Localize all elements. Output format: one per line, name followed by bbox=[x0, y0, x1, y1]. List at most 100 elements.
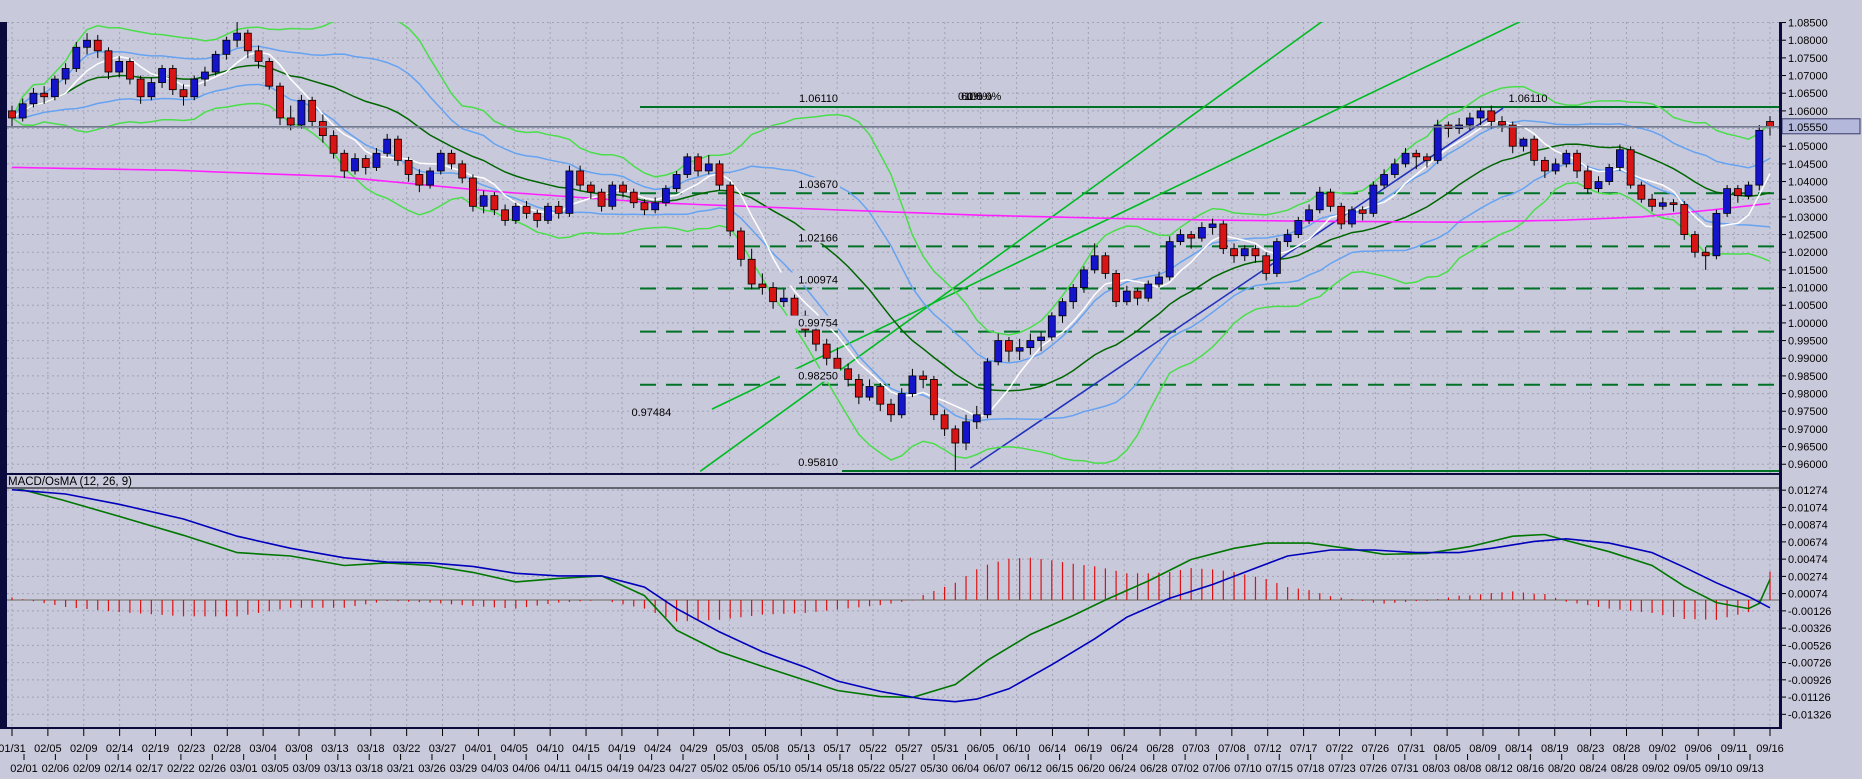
candle-bearish bbox=[533, 212, 542, 221]
candle-bearish bbox=[1337, 205, 1346, 225]
candle-bearish bbox=[415, 174, 424, 186]
date-axis-label-row2: 02/01 bbox=[10, 763, 38, 775]
date-axis-label-row2: 04/27 bbox=[669, 763, 697, 775]
macd-axis-label: 0.00674 bbox=[1788, 537, 1828, 549]
price-axis-label: 1.03000 bbox=[1788, 212, 1828, 224]
date-axis-label-row2: 06/15 bbox=[1046, 763, 1074, 775]
macd-axis-label: 0.00074 bbox=[1788, 589, 1828, 601]
date-axis-label-row1: 03/13 bbox=[321, 743, 349, 755]
trendline-value-label: 0.97484 bbox=[631, 407, 671, 419]
candle-bearish bbox=[812, 329, 820, 345]
fib-percent-label: 100.0% bbox=[964, 91, 1002, 103]
date-axis-label-row2: 06/24 bbox=[1109, 763, 1137, 775]
candle-bullish bbox=[779, 297, 788, 303]
date-axis-label-row1: 08/23 bbox=[1577, 743, 1605, 755]
date-axis-label-row1: 09/06 bbox=[1684, 743, 1712, 755]
candle-bullish bbox=[1037, 336, 1045, 341]
candle-bullish bbox=[383, 138, 392, 154]
date-axis-label-row2: 08/03 bbox=[1422, 763, 1450, 775]
macd-panel-bottom-border bbox=[0, 727, 1782, 729]
candle-bearish bbox=[522, 205, 531, 214]
candle-bearish bbox=[694, 156, 702, 172]
date-axis-label-row1: 05/13 bbox=[788, 743, 816, 755]
date-axis-label-row1: 03/22 bbox=[393, 743, 421, 755]
candle-bullish bbox=[50, 78, 59, 98]
date-axis-label-row1: 04/01 bbox=[465, 743, 493, 755]
candle-bearish bbox=[586, 184, 595, 193]
date-axis-label-row1: 05/03 bbox=[716, 743, 744, 755]
price-axis-label: 1.01500 bbox=[1788, 265, 1828, 277]
candle-bearish bbox=[490, 195, 499, 211]
date-axis-label-row1: 05/31 bbox=[931, 743, 959, 755]
candle-bearish bbox=[726, 184, 735, 232]
date-axis-label-row1: 08/28 bbox=[1613, 743, 1641, 755]
price-axis-label: 1.05000 bbox=[1788, 141, 1828, 153]
date-axis-label-row1: 08/19 bbox=[1541, 743, 1569, 755]
date-axis-label-row1: 02/28 bbox=[213, 743, 241, 755]
fib-level-label: 0.98250 bbox=[798, 371, 838, 383]
price-axis-label: 1.08000 bbox=[1788, 35, 1828, 47]
date-axis-label-row1: 06/10 bbox=[1003, 743, 1031, 755]
date-axis-label-row2: 08/12 bbox=[1485, 763, 1513, 775]
candle-bullish bbox=[962, 421, 970, 444]
candle-bearish bbox=[747, 258, 756, 285]
date-axis-label-row2: 02/22 bbox=[167, 763, 195, 775]
candle-bearish bbox=[1733, 188, 1742, 197]
date-axis-label-row2: 07/06 bbox=[1203, 763, 1231, 775]
date-axis-label-row2: 05/22 bbox=[858, 763, 886, 775]
candle-bullish bbox=[1015, 347, 1024, 352]
macd-axis-label: -0.00926 bbox=[1788, 675, 1831, 687]
date-axis-label-row2: 06/12 bbox=[1014, 763, 1042, 775]
candle-bearish bbox=[715, 163, 724, 186]
candle-bearish bbox=[1101, 255, 1110, 274]
date-axis-label-row2: 05/06 bbox=[732, 763, 760, 775]
candle-bullish bbox=[479, 195, 488, 207]
candle-bullish bbox=[565, 170, 574, 214]
candle-bearish bbox=[1530, 138, 1539, 161]
date-axis-label-row2: 03/13 bbox=[324, 763, 352, 775]
date-axis-label-row1: 02/19 bbox=[142, 743, 170, 755]
candle-bullish bbox=[1551, 163, 1560, 172]
date-axis-label-row2: 09/02 bbox=[1642, 763, 1670, 775]
candle-bullish bbox=[115, 61, 124, 73]
fib-level-label: 0.99754 bbox=[798, 318, 838, 330]
date-axis-label-row1: 06/28 bbox=[1146, 743, 1174, 755]
date-axis-label-row1: 07/31 bbox=[1397, 743, 1425, 755]
candle-bullish bbox=[1594, 181, 1603, 190]
macd-axis-label: 0.00274 bbox=[1788, 571, 1828, 583]
date-axis-label-row2: 08/08 bbox=[1454, 763, 1482, 775]
candle-bearish bbox=[1230, 248, 1238, 257]
macd-axis-label: -0.00726 bbox=[1788, 658, 1831, 670]
candle-bearish bbox=[1187, 234, 1196, 239]
candle-bearish bbox=[619, 184, 627, 193]
date-axis-label-row2: 03/05 bbox=[261, 763, 289, 775]
candle-bullish bbox=[994, 340, 1003, 363]
candle-bearish bbox=[1487, 110, 1496, 122]
candle-bearish bbox=[1251, 248, 1260, 257]
date-axis-label-row1: 07/08 bbox=[1218, 743, 1246, 755]
candle-bearish bbox=[1133, 290, 1142, 299]
date-axis-label-row1: 09/02 bbox=[1649, 743, 1677, 755]
date-axis-label-row2: 09/05 bbox=[1673, 763, 1701, 775]
date-axis-label-row1: 04/19 bbox=[608, 743, 636, 755]
candle-bearish bbox=[597, 191, 606, 207]
candle-bullish bbox=[511, 205, 520, 221]
candle-bearish bbox=[447, 152, 456, 165]
candle-bearish bbox=[940, 414, 949, 430]
chart-canvas[interactable]: 1.06110 1.06110 1.03670 1.02166 1.00974 0.997… bbox=[0, 0, 1862, 779]
candle-bearish bbox=[737, 230, 745, 260]
date-axis-label-row2: 07/26 bbox=[1360, 763, 1388, 775]
date-axis-label-row1: 05/08 bbox=[752, 743, 780, 755]
date-axis-label-row2: 08/28 bbox=[1611, 763, 1639, 775]
candle-bullish bbox=[1165, 241, 1174, 278]
date-axis-label-row1: 07/22 bbox=[1326, 743, 1354, 755]
candle-bullish bbox=[1122, 290, 1131, 303]
candle-bullish bbox=[72, 46, 81, 69]
candle-bearish bbox=[1423, 156, 1431, 161]
candle-bullish bbox=[211, 53, 220, 73]
macd-axis-label: -0.01126 bbox=[1788, 692, 1831, 704]
candle-bullish bbox=[1658, 202, 1667, 207]
candle-bullish bbox=[426, 170, 434, 186]
date-axis-label-row1: 05/27 bbox=[895, 743, 923, 755]
macd-axis-label: -0.01326 bbox=[1788, 709, 1831, 721]
